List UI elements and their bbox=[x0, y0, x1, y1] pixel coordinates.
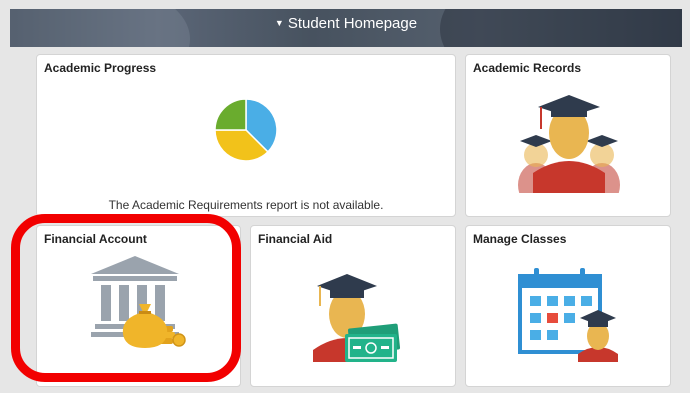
tile-title: Academic Progress bbox=[44, 61, 157, 75]
tile-title: Financial Aid bbox=[258, 232, 333, 246]
homepage-header: ▼ Student Homepage bbox=[10, 9, 682, 47]
tile-manage-classes[interactable]: Manage Classes bbox=[465, 225, 671, 387]
graduate-money-icon bbox=[313, 274, 401, 362]
highlight-annotation bbox=[11, 214, 241, 382]
tile-financial-aid[interactable]: Financial Aid bbox=[250, 225, 456, 387]
tile-academic-records[interactable]: Academic Records bbox=[465, 54, 671, 217]
tile-title: Academic Records bbox=[473, 61, 582, 75]
tile-title: Manage Classes bbox=[473, 232, 567, 246]
report-unavailable-message: The Academic Requirements report is not … bbox=[108, 198, 384, 212]
homepage-selector[interactable]: ▼ Student Homepage bbox=[10, 15, 682, 32]
pie-chart-icon bbox=[214, 98, 278, 162]
graduates-icon bbox=[518, 95, 620, 193]
calendar-graduate-icon bbox=[518, 268, 618, 362]
tile-academic-progress[interactable]: Academic Progress The Academic Requireme… bbox=[36, 54, 456, 217]
triangle-down-icon[interactable]: ▼ bbox=[275, 18, 284, 28]
page-title: Student Homepage bbox=[287, 15, 418, 32]
